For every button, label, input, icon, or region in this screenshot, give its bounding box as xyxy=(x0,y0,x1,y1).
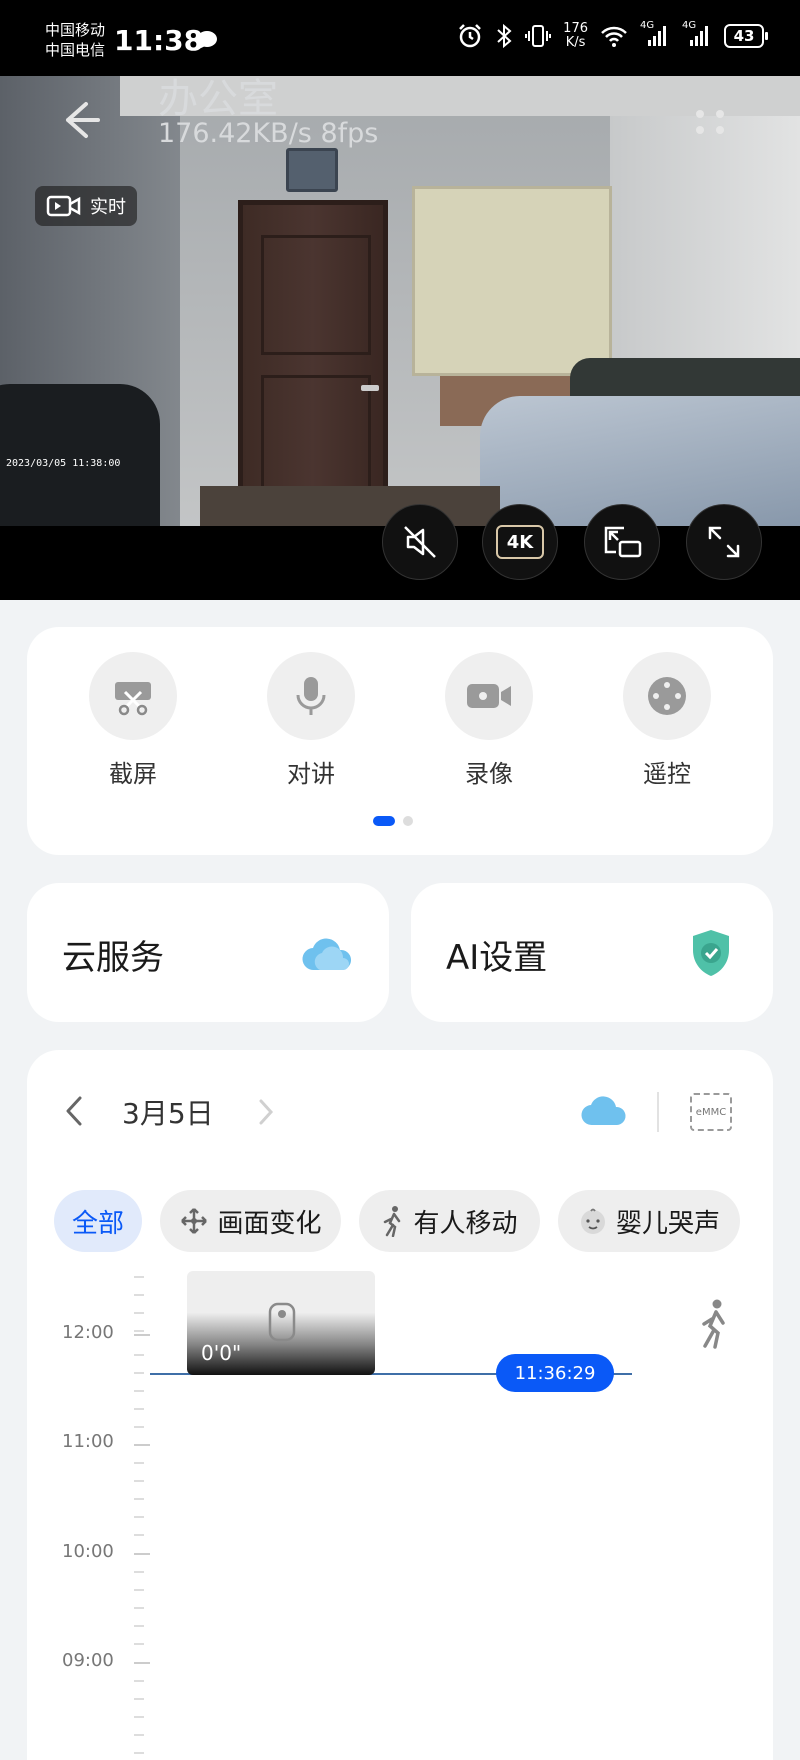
bluetooth-icon xyxy=(497,23,512,49)
walking-person-icon xyxy=(384,1206,401,1237)
filter-scene-change-label: 画面变化 xyxy=(217,1208,322,1239)
quality-4k-button[interactable]: 4K xyxy=(482,504,558,580)
screenshot-label: 截屏 xyxy=(109,760,157,788)
page-dot xyxy=(403,816,413,826)
speaker-muted-icon xyxy=(404,526,436,558)
network-speed: 176 K/s xyxy=(563,21,588,50)
quality-4k-badge: 4K xyxy=(496,525,544,559)
filter-baby-crying-label: 婴儿哭声 xyxy=(615,1208,720,1239)
move-arrows-icon xyxy=(181,1208,208,1234)
signal-1: 4G xyxy=(640,20,670,48)
cloud-storage-icon[interactable] xyxy=(580,1092,628,1128)
shield-check-icon xyxy=(693,930,729,976)
live-badge: 实时 xyxy=(35,186,137,226)
wifi-icon xyxy=(601,26,627,47)
current-time-pill[interactable]: 11:36:29 xyxy=(496,1354,614,1392)
door xyxy=(238,200,388,526)
camera-name: 办公室 xyxy=(158,76,278,122)
page-indicator xyxy=(373,816,413,826)
clip-duration: 0'0" xyxy=(201,1341,242,1365)
intercom-action[interactable]: 对讲 xyxy=(267,652,355,789)
alarm-icon xyxy=(459,24,482,48)
cloud-icon xyxy=(302,938,352,971)
fullscreen-button[interactable] xyxy=(686,504,762,580)
filter-all-label: 全部 xyxy=(71,1208,124,1239)
status-bar: 中国移动 中国电信 11:38 176 K/s 4G 4G 43 xyxy=(0,0,800,76)
mute-button[interactable] xyxy=(382,504,458,580)
filter-all-chip[interactable]: 全部 xyxy=(54,1190,142,1252)
video-timestamp: 2023/03/05 11:38:00 xyxy=(6,458,121,469)
wall-clock xyxy=(286,148,338,192)
walking-person-icon[interactable] xyxy=(697,1298,731,1350)
chevron-right-icon[interactable] xyxy=(255,1098,277,1126)
vibrate-icon xyxy=(525,25,552,47)
screenshot-action[interactable]: 截屏 xyxy=(89,652,177,789)
signal-2: 4G xyxy=(682,20,712,48)
hour-label: 10:00 xyxy=(62,1541,114,1562)
cloud-service-label: 云服务 xyxy=(62,938,164,978)
timeline-date: 3月5日 xyxy=(122,1097,214,1130)
intercom-label: 对讲 xyxy=(287,760,335,788)
filter-baby-crying-chip[interactable]: 婴儿哭声 xyxy=(558,1190,740,1252)
hour-label: 11:00 xyxy=(62,1431,114,1452)
back-arrow-icon[interactable] xyxy=(52,92,108,148)
hour-label: 12:00 xyxy=(62,1322,114,1343)
picture-in-picture-icon xyxy=(604,526,642,558)
camera-device-icon xyxy=(268,1302,296,1342)
recording-clip-thumbnail[interactable]: 0'0" xyxy=(187,1271,375,1375)
carrier-info: 中国移动 中国电信 xyxy=(45,20,105,60)
page-dot-active xyxy=(373,816,395,826)
emmc-storage-icon[interactable]: eMMC xyxy=(690,1093,732,1131)
window-blind xyxy=(412,186,612,376)
more-icon[interactable] xyxy=(680,92,740,152)
remote-control-icon xyxy=(648,677,686,715)
filter-scene-change-chip[interactable]: 画面变化 xyxy=(160,1190,341,1252)
picture-in-picture-button[interactable] xyxy=(584,504,660,580)
filter-person-moving-label: 有人移动 xyxy=(413,1208,518,1239)
stream-info: 176.42KB/s 8fps xyxy=(158,118,379,149)
hour-label: 09:00 xyxy=(62,1650,114,1671)
chevron-left-icon[interactable] xyxy=(62,1094,88,1128)
ai-settings-label: AI设置 xyxy=(446,938,548,978)
sofa xyxy=(0,384,160,526)
status-time: 11:38 xyxy=(114,24,204,57)
microphone-icon xyxy=(296,677,326,715)
carrier-1: 中国移动 xyxy=(45,21,106,39)
storage-divider xyxy=(657,1092,659,1132)
filter-person-moving-chip[interactable]: 有人移动 xyxy=(359,1190,540,1252)
record-action[interactable]: 录像 xyxy=(445,652,533,789)
remote-control-action[interactable]: 遥控 xyxy=(623,652,711,789)
video-camera-icon xyxy=(467,684,511,708)
battery-indicator: 43 xyxy=(724,24,768,48)
video-camera-icon xyxy=(46,195,81,217)
scissors-icon xyxy=(115,682,151,716)
fullscreen-icon xyxy=(708,526,740,558)
video-player[interactable]: 2023/03/05 11:38:00 办公室 176.42KB/s 8fps … xyxy=(0,76,800,600)
baby-face-icon xyxy=(580,1208,605,1234)
remote-control-label: 遥控 xyxy=(643,760,691,788)
message-bubble-icon xyxy=(197,31,217,49)
timeline-ruler[interactable] xyxy=(134,1270,150,1760)
live-label: 实时 xyxy=(90,197,126,218)
system-icons: 176 K/s 4G 4G 43 xyxy=(457,20,768,50)
carrier-2: 中国电信 xyxy=(45,41,106,59)
record-label: 录像 xyxy=(465,760,513,788)
